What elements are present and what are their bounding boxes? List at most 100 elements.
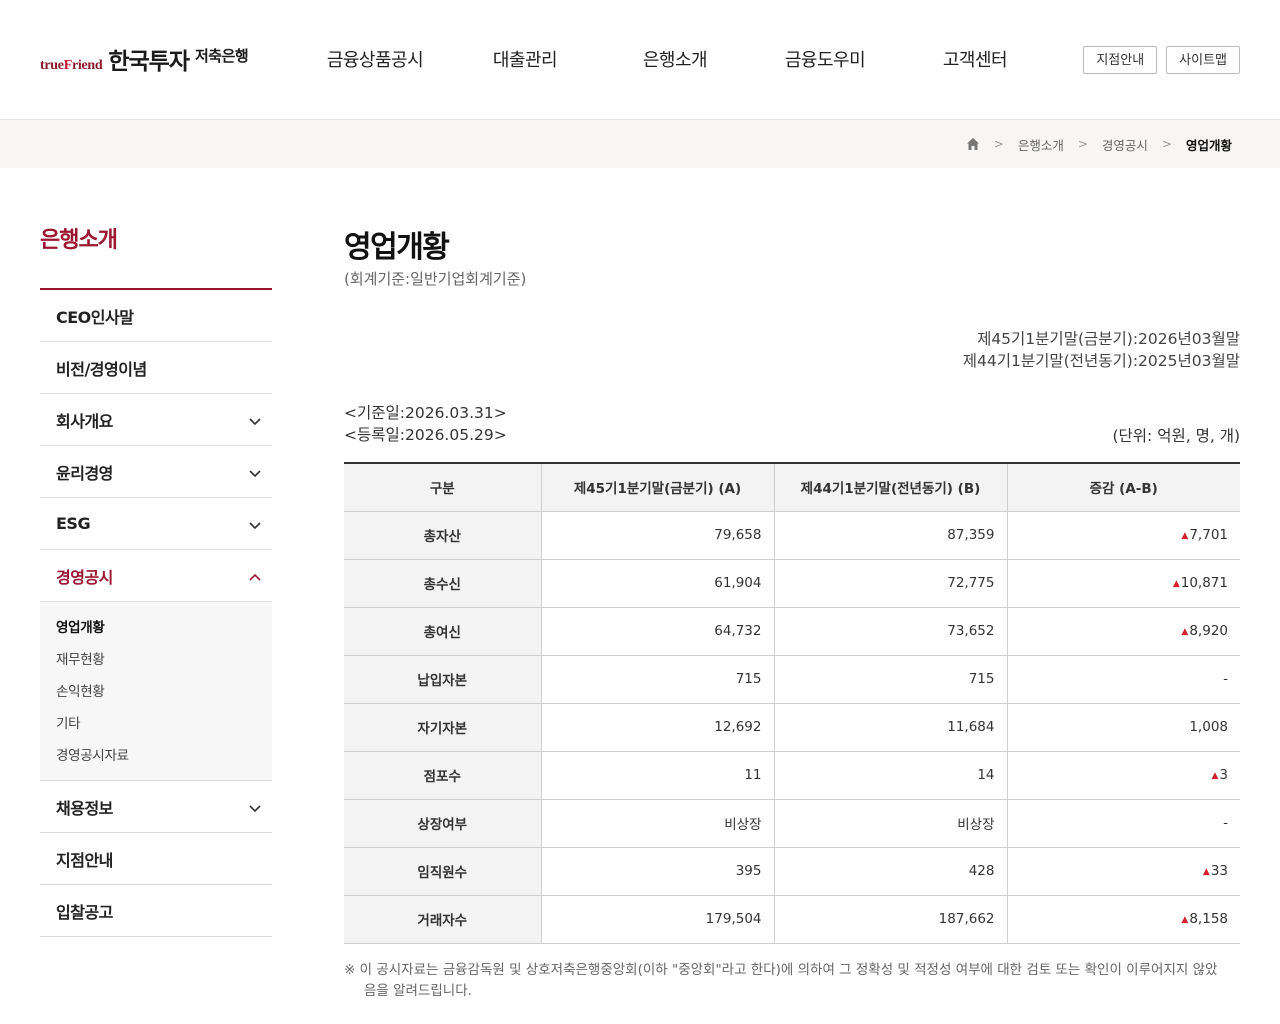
disclaimer-note: ※ 이 공시자료는 금융감독원 및 상호저축은행중앙회(이하 "중앙회"라고 한… — [344, 962, 1218, 999]
submenu-item-materials[interactable]: 경영공시자료 — [56, 740, 272, 772]
table-row: 총여신 64,732 73,652 ▲8,920 — [344, 607, 1240, 656]
chevron-right-icon: > — [1077, 137, 1088, 151]
breadcrumb-item[interactable]: 경영공시 — [1102, 135, 1148, 154]
table-header-row: 구분 제45기1분기말(금분기) (A) 제44기1분기말(전년동기) (B) … — [344, 463, 1240, 512]
sidebar-item-ethics[interactable]: 윤리경영 — [40, 446, 272, 498]
logo[interactable]: trueFriend 한국투자 저축은행 — [40, 42, 249, 76]
value-current-text: 64,732 — [714, 623, 762, 639]
value-previous: 715 — [774, 655, 1008, 704]
row-label-text: 총수신 — [423, 577, 461, 593]
arrow-up-icon: ▲ — [1202, 867, 1210, 877]
sidebar-item-vision[interactable]: 비전/경영이념 — [40, 342, 272, 394]
unit-label: (단위: 억원, 명, 개) — [1112, 427, 1240, 445]
breadcrumb: > 은행소개 > 경영공시 > 영업개황 — [966, 120, 1232, 168]
site-header: trueFriend 한국투자 저축은행 금융상품공시 대출관리 은행소개 금융… — [0, 0, 1280, 120]
row-label-text: 납입자본 — [417, 673, 468, 689]
row-label-text: 상장여부 — [417, 817, 468, 833]
utility-links: 지점안내 사이트맵 — [1083, 46, 1240, 74]
value-change-text: - — [1223, 815, 1228, 831]
value-current-text: 비상장 — [724, 817, 762, 833]
value-current: 12,692 — [541, 703, 775, 752]
row-label-text: 임직원수 — [417, 865, 468, 881]
value-current-text: 12,692 — [714, 719, 762, 735]
breadcrumb-item[interactable]: 은행소개 — [1018, 135, 1064, 154]
value-change-text: 33 — [1210, 863, 1228, 879]
arrow-up-icon: ▲ — [1211, 771, 1219, 781]
table-row: 총수신 61,904 72,775 ▲10,871 — [344, 559, 1240, 608]
table-row: 임직원수 395 428 ▲33 — [344, 847, 1240, 896]
value-current-text: 395 — [735, 863, 762, 879]
submenu-item-profit[interactable]: 손익현황 — [56, 676, 272, 708]
sidebar-item-ceo[interactable]: CEO인사말 — [40, 290, 272, 342]
value-previous: 72,775 — [774, 559, 1008, 608]
row-label: 자기자본 — [344, 703, 542, 752]
row-label: 총수신 — [344, 559, 542, 608]
sidebar: 은행소개 CEO인사말 비전/경영이념 회사개요 윤리경영 ESG 경영공시 영… — [40, 222, 272, 937]
row-label-text: 거래자수 — [417, 913, 468, 929]
table-header: 제45기1분기말(금분기) (A) — [541, 463, 775, 512]
breadcrumb-bar: > 은행소개 > 경영공시 > 영업개황 — [0, 120, 1280, 168]
row-label: 임직원수 — [344, 847, 542, 896]
value-change: - — [1007, 799, 1240, 848]
sidebar-item-disclosure[interactable]: 경영공시 — [40, 550, 272, 602]
table-header: 증감 (A-B) — [1007, 463, 1240, 512]
base-date: <기준일:2026.03.31> — [344, 404, 507, 422]
value-change-text: 7,701 — [1189, 527, 1228, 543]
period-previous: 제44기1분기말(전년동기):2025년03월말 — [962, 352, 1240, 370]
table-row: 점포수 11 14 ▲3 — [344, 751, 1240, 800]
nav-products[interactable]: 금융상품공시 — [300, 46, 450, 72]
value-previous: 11,684 — [774, 703, 1008, 752]
value-current-text: 179,504 — [705, 911, 762, 927]
value-change: 1,008 — [1007, 703, 1240, 752]
value-previous-text: 11,684 — [947, 719, 995, 735]
page-subtitle: (회계기준:일반기업회계기준) — [344, 270, 527, 288]
chevron-down-icon — [248, 465, 262, 479]
branch-button[interactable]: 지점안내 — [1083, 46, 1158, 74]
nav-customer[interactable]: 고객센터 — [900, 46, 1050, 72]
value-current-text: 79,658 — [714, 527, 762, 543]
arrow-up-icon: ▲ — [1172, 579, 1180, 589]
submenu-item-overview[interactable]: 영업개황 — [56, 612, 272, 644]
arrow-up-icon: ▲ — [1181, 627, 1189, 637]
sidebar-item-company[interactable]: 회사개요 — [40, 394, 272, 446]
value-change: ▲8,920 — [1007, 607, 1240, 656]
main-content: 영업개황 (회계기준:일반기업회계기준) 제45기1분기말(금분기):2026년… — [344, 222, 1240, 999]
table-row: 총자산 79,658 87,359 ▲7,701 — [344, 511, 1240, 560]
nav-about[interactable]: 은행소개 — [600, 46, 750, 72]
table-header: 제44기1분기말(전년동기) (B) — [774, 463, 1008, 512]
value-current: 79,658 — [541, 511, 775, 560]
submenu-item-etc[interactable]: 기타 — [56, 708, 272, 740]
arrow-up-icon: ▲ — [1181, 915, 1189, 925]
sidebar-item-recruit[interactable]: 채용정보 — [40, 781, 272, 833]
sidebar-item-esg[interactable]: ESG — [40, 498, 272, 550]
chevron-down-icon — [248, 800, 262, 814]
chevron-right-icon: > — [993, 137, 1004, 151]
value-current-text: 715 — [735, 671, 762, 687]
disclosure-submenu: 영업개황 재무현황 손익현황 기타 경영공시자료 — [40, 602, 272, 781]
value-change-text: - — [1223, 671, 1228, 687]
submenu-item-financial[interactable]: 재무현황 — [56, 644, 272, 676]
value-previous-text: 73,652 — [947, 623, 995, 639]
sitemap-button[interactable]: 사이트맵 — [1166, 46, 1240, 74]
table-row: 상장여부 비상장 비상장 - — [344, 799, 1240, 848]
value-previous-text: 428 — [968, 863, 995, 879]
row-label: 총자산 — [344, 511, 542, 560]
nav-helper[interactable]: 금융도우미 — [750, 46, 900, 72]
logo-true-friend: trueFriend — [40, 58, 103, 73]
sidebar-item-branch[interactable]: 지점안내 — [40, 833, 272, 885]
value-previous: 87,359 — [774, 511, 1008, 560]
overview-table: 구분 제45기1분기말(금분기) (A) 제44기1분기말(전년동기) (B) … — [344, 462, 1240, 944]
value-change: ▲7,701 — [1007, 511, 1240, 560]
home-icon[interactable] — [966, 137, 980, 151]
main-nav: 금융상품공시 대출관리 은행소개 금융도우미 고객센터 — [300, 46, 1050, 72]
row-label: 총여신 — [344, 607, 542, 656]
value-current-text: 11 — [744, 767, 762, 783]
nav-loans[interactable]: 대출관리 — [450, 46, 600, 72]
row-label-text: 총자산 — [423, 529, 461, 545]
value-previous-text: 87,359 — [947, 527, 995, 543]
value-change: ▲33 — [1007, 847, 1240, 896]
sidebar-item-bid[interactable]: 입찰공고 — [40, 885, 272, 937]
value-previous: 비상장 — [774, 799, 1008, 848]
chevron-down-icon — [248, 517, 262, 531]
value-change-text: 3 — [1219, 767, 1228, 783]
